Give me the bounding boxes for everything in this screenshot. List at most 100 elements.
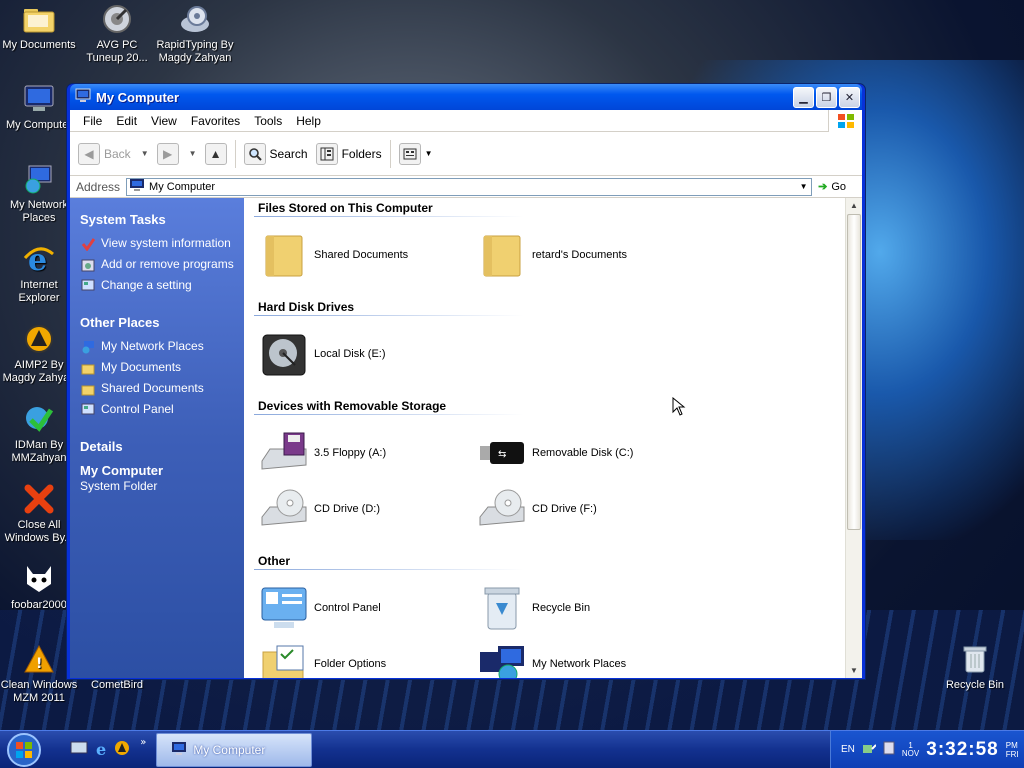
scroll-up-icon[interactable]: ▲ xyxy=(846,198,862,213)
desktop-icon-recycle-bin[interactable]: Recycle Bin xyxy=(936,642,1014,692)
group-heading: Files Stored on This Computer xyxy=(258,201,433,215)
toolbar: ◀ Back ▼ ▶ ▼ ▲ Search Folders ▼ xyxy=(70,132,862,176)
up-button[interactable]: ▲ xyxy=(204,142,227,165)
windows-flag-icon xyxy=(828,110,862,132)
folders-button[interactable]: Folders xyxy=(315,142,382,165)
folder-content: Files Stored on This Computer Shared Doc… xyxy=(244,198,862,678)
menu-edit[interactable]: Edit xyxy=(109,114,144,128)
network-places-icon xyxy=(22,162,56,196)
my-computer-window: My Computer ▁ ❐ ✕ File Edit View Favorit… xyxy=(66,83,866,680)
other-item[interactable]: Folder Options xyxy=(260,640,386,678)
drive-item[interactable]: 3.5 Floppy (A:) xyxy=(260,429,386,477)
address-bar: Address My Computer ▼ ➔ Go xyxy=(70,176,862,198)
control-panel-icon xyxy=(80,402,96,418)
drive-item[interactable]: CD Drive (D:) xyxy=(260,485,380,533)
cd-drive-icon xyxy=(260,485,308,533)
desktop-icon-my-documents[interactable]: My Documents xyxy=(0,2,78,52)
usb-drive-icon: ⇆ xyxy=(478,429,526,477)
chevron-down-icon[interactable]: ▼ xyxy=(189,149,197,158)
place-my-documents[interactable]: My Documents xyxy=(80,360,236,376)
address-label: Address xyxy=(76,179,121,194)
network-places-icon xyxy=(80,339,96,355)
aimp-icon xyxy=(22,322,56,356)
desktop-icon-label: Recycle Bin xyxy=(945,679,1005,691)
svg-text:⇆: ⇆ xyxy=(498,449,506,460)
search-label: Search xyxy=(269,146,308,161)
recycle-bin-icon xyxy=(958,642,992,676)
maximize-button[interactable]: ❐ xyxy=(816,86,837,108)
title-bar[interactable]: My Computer ▁ ❐ ✕ xyxy=(70,84,862,110)
taskbar-button-my-computer[interactable]: My Computer xyxy=(156,732,313,767)
cd-drive-icon xyxy=(478,485,526,533)
network-places-icon xyxy=(478,640,526,678)
place-control-panel[interactable]: Control Panel xyxy=(80,402,236,418)
menu-file[interactable]: File xyxy=(76,114,109,128)
drive-item[interactable]: ⇆ Removable Disk (C:) xyxy=(478,429,633,477)
search-button[interactable]: Search xyxy=(243,142,308,165)
menu-tools[interactable]: Tools xyxy=(247,114,289,128)
clock-date: 1 NOV xyxy=(901,740,920,758)
menu-view[interactable]: View xyxy=(144,114,184,128)
drive-item[interactable]: Local Disk (E:) xyxy=(260,330,386,378)
computer-icon xyxy=(129,178,145,195)
forward-button[interactable]: ▶ ▼ xyxy=(156,142,197,165)
other-places-heading[interactable]: Other Places xyxy=(80,315,236,330)
minimize-button[interactable]: ▁ xyxy=(793,86,814,108)
chevron-right-icon[interactable]: » xyxy=(140,737,146,748)
group-heading: Hard Disk Drives xyxy=(258,300,355,314)
menu-help[interactable]: Help xyxy=(289,114,328,128)
other-item[interactable]: Recycle Bin xyxy=(478,584,590,632)
drive-item[interactable]: CD Drive (F:) xyxy=(478,485,597,533)
place-shared-documents[interactable]: Shared Documents xyxy=(80,381,236,397)
folders-label: Folders xyxy=(341,146,382,161)
group-heading: Other xyxy=(258,554,291,568)
up-arrow-icon: ▲ xyxy=(204,142,227,165)
start-button[interactable] xyxy=(0,731,48,768)
safely-remove-icon[interactable] xyxy=(862,741,877,758)
task-change-setting[interactable]: Change a setting xyxy=(80,278,236,294)
close-button[interactable]: ✕ xyxy=(839,86,860,108)
system-tray: EN 1 NOV 3:32:58 PM FRI xyxy=(830,730,1024,768)
address-input[interactable]: My Computer ▼ xyxy=(126,177,813,196)
desktop-icon-rapidtyping[interactable]: RapidTyping By Magdy Zahyan xyxy=(156,2,234,65)
internet-explorer-icon[interactable]: e xyxy=(96,740,106,759)
go-button[interactable]: ➔ Go xyxy=(818,180,846,194)
back-label: Back xyxy=(104,146,131,161)
chevron-down-icon[interactable]: ▼ xyxy=(796,179,811,195)
close-x-icon xyxy=(22,482,56,516)
other-item[interactable]: Control Panel xyxy=(260,584,381,632)
windows-orb-icon xyxy=(7,732,41,767)
show-desktop-icon[interactable] xyxy=(70,740,88,759)
task-view-system-information[interactable]: View system information xyxy=(80,236,236,252)
system-tasks-heading[interactable]: System Tasks xyxy=(80,212,236,227)
file-item[interactable]: Shared Documents xyxy=(260,231,408,279)
other-item[interactable]: My Network Places xyxy=(478,640,626,678)
group-heading: Devices with Removable Storage xyxy=(258,399,447,413)
clock-time[interactable]: 3:32:58 xyxy=(926,739,999,761)
folders-icon xyxy=(315,142,338,165)
menu-favorites[interactable]: Favorites xyxy=(184,114,247,128)
vertical-scrollbar[interactable]: ▲ ▼ xyxy=(845,198,862,678)
place-my-network-places[interactable]: My Network Places xyxy=(80,339,236,355)
scroll-down-icon[interactable]: ▼ xyxy=(846,663,862,678)
desktop-icon-label: My Documents xyxy=(2,39,76,51)
task-pane: System Tasks View system information Add… xyxy=(70,198,244,678)
chevron-down-icon[interactable]: ▼ xyxy=(141,149,149,158)
details-name: My Computer xyxy=(80,463,164,478)
desktop-icon-label: CometBird xyxy=(91,679,143,691)
folder-options-icon xyxy=(260,640,308,678)
chevron-down-icon: ▼ xyxy=(424,149,433,158)
back-button[interactable]: ◀ Back ▼ xyxy=(78,142,149,165)
task-add-remove-programs[interactable]: Add or remove programs xyxy=(80,257,236,273)
aimp-icon[interactable] xyxy=(114,740,130,759)
language-indicator[interactable]: EN xyxy=(841,744,855,755)
desktop-icon-avg[interactable]: AVG PC Tuneup 20... xyxy=(78,2,156,65)
scroll-thumb[interactable] xyxy=(847,214,861,530)
recycle-bin-icon xyxy=(478,584,526,632)
floppy-drive-icon xyxy=(260,429,308,477)
views-button[interactable]: ▼ xyxy=(398,142,433,165)
folder-icon xyxy=(478,231,526,279)
details-heading[interactable]: Details xyxy=(80,439,236,454)
file-item[interactable]: retard's Documents xyxy=(478,231,627,279)
network-status-icon[interactable] xyxy=(883,741,895,758)
